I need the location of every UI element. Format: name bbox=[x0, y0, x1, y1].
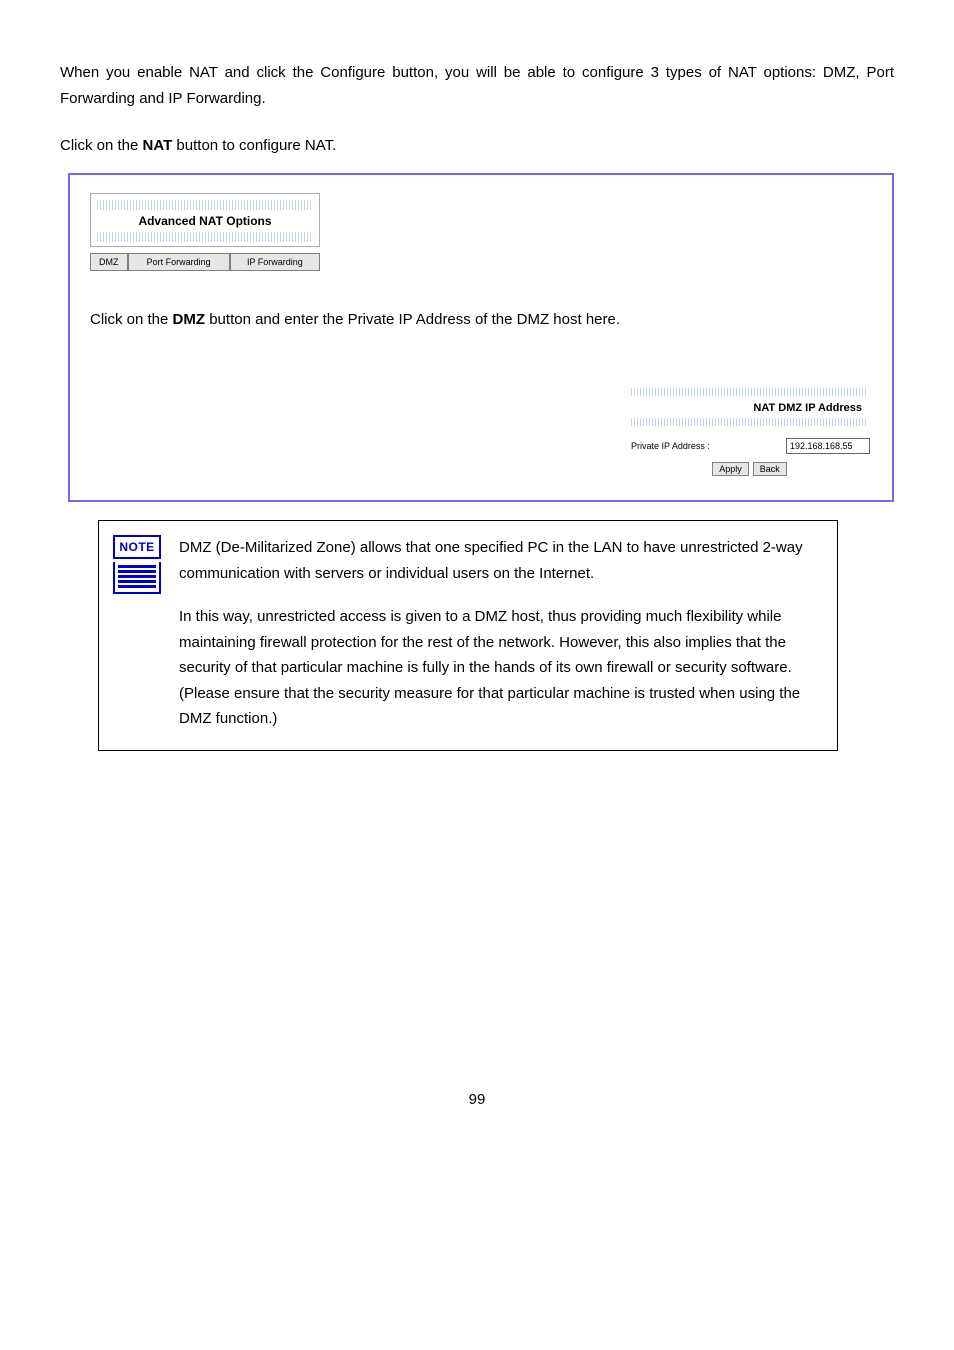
step4-bold: NAT bbox=[143, 137, 173, 154]
dmz-ip-input[interactable] bbox=[786, 438, 870, 454]
screenshot-panel: Advanced NAT Options DMZ Port Forwarding… bbox=[68, 173, 894, 503]
intro-paragraph: When you enable NAT and click the Config… bbox=[60, 60, 894, 111]
note-box: NOTE DMZ (De-Militarized Zone) allows th… bbox=[98, 520, 838, 751]
note-icon-label: NOTE bbox=[119, 540, 154, 554]
step5-suffix: button and enter the Private IP Address … bbox=[205, 311, 620, 328]
tab-ip-forwarding[interactable]: IP Forwarding bbox=[230, 253, 320, 271]
step-4: Click on the NAT button to configure NAT… bbox=[60, 133, 894, 159]
step5-bold: DMZ bbox=[173, 311, 206, 328]
note-icon: NOTE bbox=[113, 535, 161, 594]
note-paragraph-2: In this way, unrestricted access is give… bbox=[179, 604, 817, 732]
apply-button[interactable]: Apply bbox=[712, 462, 749, 476]
dmz-ip-label: Private IP Address : bbox=[629, 441, 786, 451]
nat-options-title: Advanced NAT Options bbox=[97, 210, 313, 232]
dmz-title: NAT DMZ IP Address bbox=[631, 400, 868, 418]
tab-port-forwarding[interactable]: Port Forwarding bbox=[128, 253, 230, 271]
note-content: DMZ (De-Militarized Zone) allows that on… bbox=[179, 535, 817, 732]
back-button[interactable]: Back bbox=[753, 462, 787, 476]
tab-dmz[interactable]: DMZ bbox=[90, 253, 128, 271]
page-number: 99 bbox=[60, 1091, 894, 1108]
step-5: Click on the DMZ button and enter the Pr… bbox=[90, 307, 872, 333]
step4-prefix: Click on the bbox=[60, 137, 143, 154]
nat-options-box: Advanced NAT Options DMZ Port Forwarding… bbox=[90, 193, 320, 271]
step5-prefix: Click on the bbox=[90, 311, 173, 328]
dmz-box: NAT DMZ IP Address Private IP Address : … bbox=[627, 384, 872, 476]
note-paragraph-1: DMZ (De-Militarized Zone) allows that on… bbox=[179, 535, 817, 586]
step4-suffix: button to configure NAT. bbox=[172, 137, 336, 154]
